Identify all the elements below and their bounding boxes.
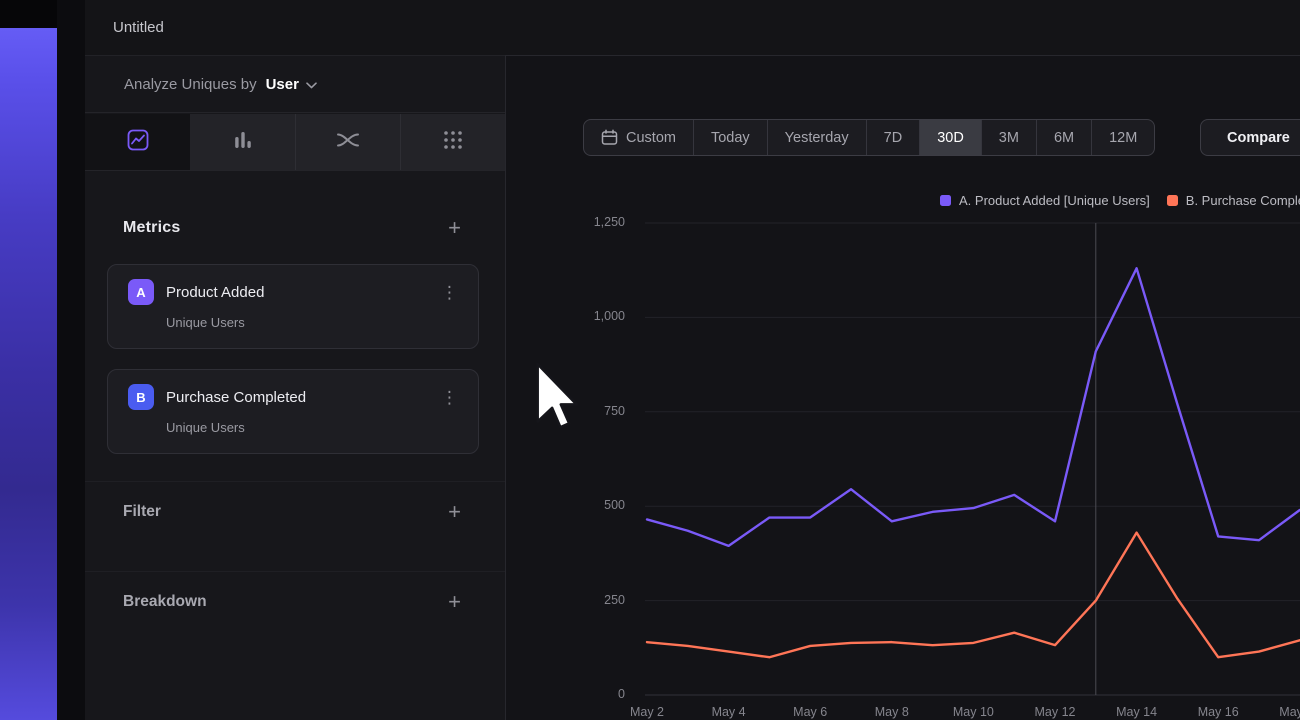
x-axis-label: May 18 bbox=[1266, 705, 1300, 719]
metric-card[interactable]: A Product Added ⋮ Unique Users bbox=[107, 264, 479, 349]
x-axis-label: May 2 bbox=[613, 705, 681, 719]
date-range-segmented-control: CustomTodayYesterday7D30D3M6M12M bbox=[583, 119, 1155, 156]
query-panel: Analyze Uniques by User Metrics + A Prod… bbox=[85, 55, 505, 720]
analyze-value: User bbox=[266, 76, 299, 93]
section-divider bbox=[85, 481, 505, 482]
line-chart-canvas[interactable] bbox=[640, 215, 1300, 707]
app-window: Untitled Analyze Uniques by User Metrics… bbox=[0, 0, 1300, 720]
flow-icon bbox=[336, 130, 360, 155]
x-axis-label: May 6 bbox=[776, 705, 844, 719]
range-12m[interactable]: 12M bbox=[1091, 120, 1154, 155]
data-table-icon bbox=[442, 129, 464, 156]
section-breakdown: Breakdown + bbox=[85, 576, 505, 628]
metric-card-row: B Purchase Completed ⋮ bbox=[128, 384, 464, 410]
range-yesterday[interactable]: Yesterday bbox=[767, 120, 866, 155]
nav-corner-block bbox=[0, 0, 57, 28]
x-axis-label: May 4 bbox=[695, 705, 763, 719]
metric-card-row: A Product Added ⋮ bbox=[128, 279, 464, 305]
chart-type-tabs bbox=[85, 114, 505, 171]
app-nav-strip bbox=[0, 0, 57, 720]
range-7d[interactable]: 7D bbox=[866, 120, 920, 155]
metric-title: Product Added bbox=[166, 284, 264, 301]
section-label: Breakdown bbox=[123, 593, 207, 611]
metrics-header-row: Metrics + bbox=[85, 206, 505, 250]
metric-subtitle: Unique Users bbox=[166, 315, 464, 330]
metric-title: Purchase Completed bbox=[166, 389, 306, 406]
y-axis-label: 500 bbox=[565, 498, 625, 512]
add-metric-button[interactable]: + bbox=[448, 217, 461, 239]
y-axis-label: 0 bbox=[565, 687, 625, 701]
y-axis-label: 750 bbox=[565, 404, 625, 418]
x-axis-label: May 14 bbox=[1103, 705, 1171, 719]
nav-gutter bbox=[57, 0, 85, 720]
y-axis-label: 1,250 bbox=[565, 215, 625, 229]
range-30d[interactable]: 30D bbox=[919, 120, 981, 155]
line-chart-icon bbox=[127, 129, 149, 156]
metric-card[interactable]: B Purchase Completed ⋮ Unique Users bbox=[107, 369, 479, 454]
range-custom[interactable]: Custom bbox=[584, 120, 693, 155]
section-filter: Filter + bbox=[85, 486, 505, 538]
x-axis-label: May 10 bbox=[939, 705, 1007, 719]
legend-item-a[interactable]: A. Product Added [Unique Users] bbox=[940, 193, 1150, 208]
legend-swatch-icon bbox=[940, 195, 951, 206]
x-axis-label: May 12 bbox=[1021, 705, 1089, 719]
section-label: Filter bbox=[123, 503, 161, 521]
bar-chart-icon bbox=[232, 129, 254, 156]
range-6m[interactable]: 6M bbox=[1036, 120, 1091, 155]
analyze-label: Analyze Uniques by bbox=[124, 76, 257, 93]
section-divider bbox=[85, 571, 505, 572]
tab-data-table[interactable] bbox=[400, 114, 505, 170]
metric-badge: A bbox=[128, 279, 154, 305]
y-axis-label: 250 bbox=[565, 593, 625, 607]
analyze-header: Analyze Uniques by User bbox=[85, 56, 505, 113]
calendar-icon bbox=[601, 129, 618, 146]
legend-swatch-icon bbox=[1167, 195, 1178, 206]
kebab-menu-icon[interactable]: ⋮ bbox=[435, 284, 464, 301]
topbar: Untitled bbox=[85, 0, 1300, 55]
tab-bar-chart[interactable] bbox=[190, 114, 295, 170]
tab-flow[interactable] bbox=[295, 114, 400, 170]
add-filter-button[interactable]: + bbox=[448, 501, 461, 523]
x-axis-label: May 8 bbox=[858, 705, 926, 719]
analyze-by-dropdown[interactable]: User bbox=[266, 76, 317, 93]
legend-item-b[interactable]: B. Purchase Completed [Unique Users] bbox=[1167, 193, 1300, 208]
document-title[interactable]: Untitled bbox=[113, 0, 164, 55]
range-today[interactable]: Today bbox=[693, 120, 767, 155]
y-axis-label: 1,000 bbox=[565, 309, 625, 323]
x-axis-label: May 16 bbox=[1184, 705, 1252, 719]
metric-subtitle: Unique Users bbox=[166, 420, 464, 435]
range-3m[interactable]: 3M bbox=[981, 120, 1036, 155]
add-breakdown-button[interactable]: + bbox=[448, 591, 461, 613]
compare-button[interactable]: Compare bbox=[1200, 119, 1300, 156]
metrics-heading: Metrics bbox=[123, 219, 180, 237]
tab-line-chart[interactable] bbox=[85, 114, 190, 170]
kebab-menu-icon[interactable]: ⋮ bbox=[435, 389, 464, 406]
chevron-down-icon bbox=[306, 76, 317, 93]
chart-legend: A. Product Added [Unique Users] B. Purch… bbox=[940, 190, 1300, 210]
metric-badge: B bbox=[128, 384, 154, 410]
